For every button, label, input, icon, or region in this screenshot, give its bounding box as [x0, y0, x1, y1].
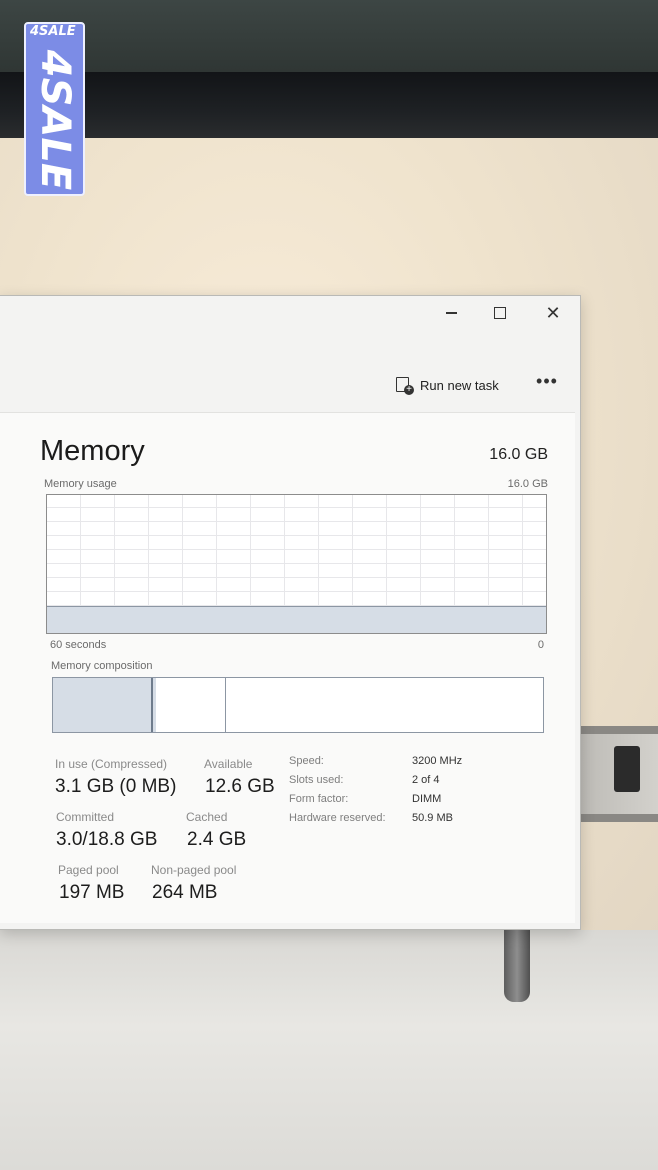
close-icon: ✕ [545, 302, 561, 324]
speed-value: 3200 MHz [412, 755, 463, 767]
memory-composition-bar [52, 677, 544, 733]
minimize-button[interactable] [428, 296, 474, 330]
memory-composition-label: Memory composition [51, 660, 153, 672]
desk-surface [0, 930, 658, 1170]
run-new-task-button[interactable]: + Run new task [396, 374, 499, 396]
available-label: Available [204, 757, 253, 771]
watermark-small-text: 4SALE [30, 24, 76, 39]
memory-usage-max: 16.0 GB [507, 478, 548, 490]
hardware-reserved-value: 50.9 MB [412, 812, 453, 824]
task-manager-window: ✕ + Run new task ••• Memory 16.0 GB Memo… [0, 295, 581, 930]
toolbar: + Run new task ••• [0, 356, 576, 412]
form-factor-value: DIMM [412, 793, 442, 805]
available-value: 12.6 GB [205, 776, 275, 797]
non-paged-pool-value: 264 MB [152, 882, 218, 903]
paged-pool-label: Paged pool [58, 863, 119, 877]
composition-free [225, 678, 543, 732]
memory-total: 16.0 GB [489, 446, 548, 463]
run-task-icon: + [396, 377, 414, 395]
more-options-button[interactable]: ••• [532, 371, 562, 396]
minimize-icon [445, 312, 457, 314]
in-use-label: In use (Compressed) [55, 757, 168, 771]
non-paged-pool-label: Non-paged pool [151, 863, 237, 877]
bracket-part [614, 746, 640, 792]
slots-used-label: Slots used: [289, 774, 344, 786]
memory-usage-label: Memory usage [44, 478, 117, 490]
memory-usage-graph [46, 494, 547, 634]
close-button[interactable]: ✕ [530, 296, 576, 330]
more-icon: ••• [536, 371, 558, 391]
composition-standby [156, 678, 226, 732]
cached-label: Cached [186, 810, 228, 824]
speed-label: Speed: [289, 755, 324, 767]
photo-top-background [0, 0, 658, 72]
form-factor-label: Form factor: [289, 793, 349, 805]
graph-time-span: 60 seconds [50, 639, 107, 651]
monitor-stand [504, 926, 530, 1002]
paged-pool-value: 197 MB [59, 882, 125, 903]
maximize-icon [494, 307, 506, 319]
watermark-big-text: 4SALE [31, 49, 78, 191]
cached-value: 2.4 GB [187, 829, 247, 850]
monitor-bezel [0, 72, 658, 138]
slots-used-value: 2 of 4 [412, 774, 440, 786]
title-bar: ✕ [0, 296, 580, 330]
composition-in-use [53, 678, 153, 732]
graph-zero-label: 0 [537, 639, 544, 651]
page-title: Memory [40, 435, 145, 467]
maximize-button[interactable] [477, 296, 523, 330]
committed-label: Committed [56, 810, 115, 824]
hardware-reserved-label: Hardware reserved: [289, 812, 386, 824]
committed-value: 3.0/18.8 GB [56, 829, 158, 850]
watermark-logo: 4SALE 4SALE [24, 22, 85, 196]
memory-panel: Memory 16.0 GB Memory usage 16.0 GB 60 s… [0, 412, 575, 923]
in-use-value: 3.1 GB (0 MB) [55, 776, 177, 797]
memory-usage-fill [47, 605, 546, 633]
run-new-task-label: Run new task [420, 377, 499, 393]
